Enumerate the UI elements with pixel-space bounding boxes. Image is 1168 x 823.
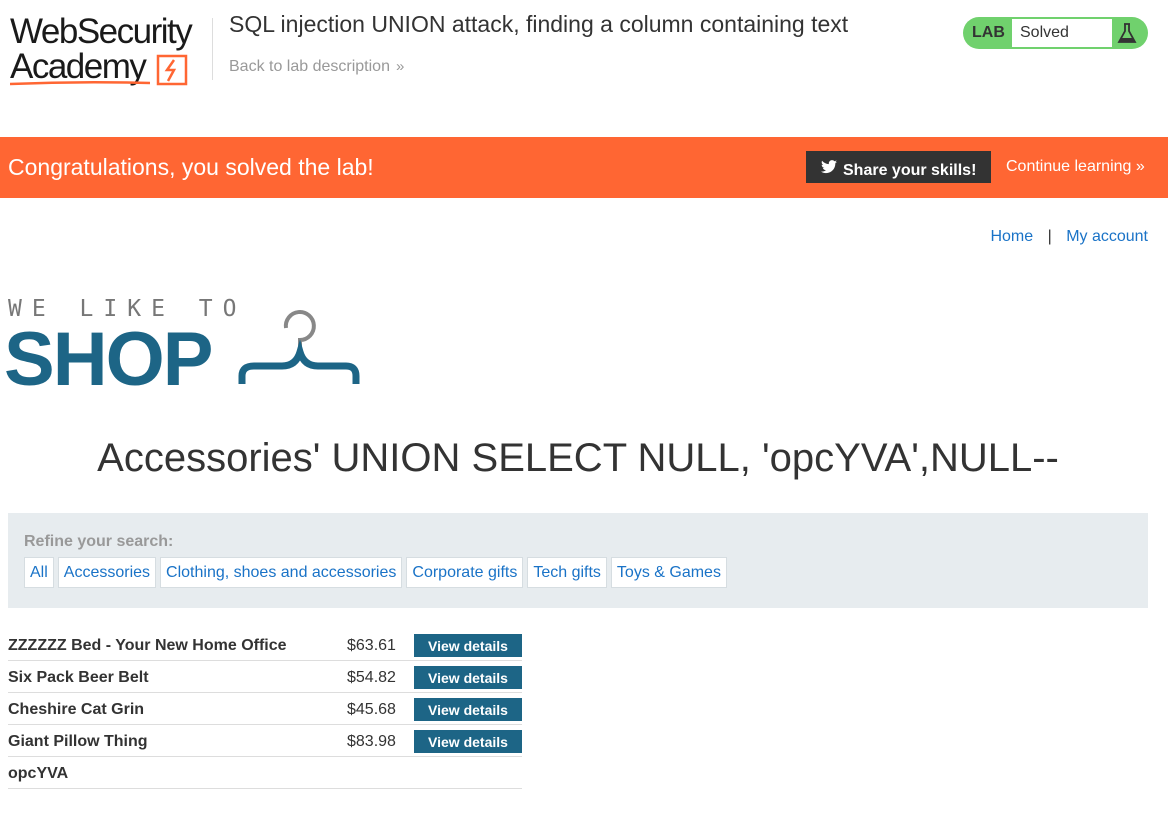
lab-status-widget: LAB Solved bbox=[963, 17, 1148, 49]
category-heading: Accessories' UNION SELECT NULL, 'opcYVA'… bbox=[97, 436, 1059, 480]
product-name: ZZZZZZ Bed - Your New Home Office bbox=[8, 637, 287, 654]
hanger-icon bbox=[238, 310, 360, 384]
view-details-button[interactable]: View details bbox=[414, 698, 522, 721]
table-row: ZZZZZZ Bed - Your New Home Office $63.61… bbox=[8, 629, 522, 661]
back-link-label: Back to lab description bbox=[229, 58, 390, 75]
filter-section: Refine your search: All Accessories Clot… bbox=[8, 513, 1148, 608]
lab-tag: LAB bbox=[972, 24, 1005, 41]
web-security-academy-logo[interactable]: WebSecurity Academy bbox=[10, 14, 210, 86]
table-row: opcYVA bbox=[8, 757, 522, 789]
product-price: $63.61 bbox=[347, 637, 396, 654]
view-details-button[interactable]: View details bbox=[414, 666, 522, 689]
refine-search-label: Refine your search: bbox=[24, 533, 174, 550]
product-name: opcYVA bbox=[8, 765, 69, 782]
continue-learning-label: Continue learning bbox=[1006, 158, 1132, 175]
filter-corporate-gifts[interactable]: Corporate gifts bbox=[406, 557, 524, 588]
shop-logo-word: SHOP bbox=[4, 317, 213, 402]
product-name: Six Pack Beer Belt bbox=[8, 669, 149, 686]
view-details-button[interactable]: View details bbox=[414, 634, 522, 657]
header-divider bbox=[212, 18, 213, 80]
continue-learning-link[interactable]: Continue learning » bbox=[1006, 158, 1145, 176]
table-row: Cheshire Cat Grin $45.68 View details bbox=[8, 693, 522, 725]
flask-icon bbox=[1117, 23, 1137, 43]
academy-bolt-icon bbox=[156, 54, 188, 86]
logo-line-1: WebSecurity bbox=[10, 12, 193, 51]
academy-header: WebSecurity Academy SQL injection UNION … bbox=[0, 0, 1168, 137]
filter-accessories[interactable]: Accessories bbox=[57, 557, 157, 588]
share-button-label: Share your skills! bbox=[843, 161, 977, 179]
back-to-lab-description-link[interactable]: Back to lab description » bbox=[229, 58, 404, 76]
lab-status-value: Solved bbox=[1012, 19, 1112, 47]
view-details-button[interactable]: View details bbox=[414, 730, 522, 753]
chevron-right-icon: » bbox=[1135, 158, 1145, 175]
top-navigation: Home | My account bbox=[990, 228, 1148, 246]
shop-logo: WE LIKE TO SHOP bbox=[4, 296, 368, 400]
congratulations-banner: Congratulations, you solved the lab! Sha… bbox=[0, 137, 1168, 198]
table-row: Six Pack Beer Belt $54.82 View details bbox=[8, 661, 522, 693]
solved-message: Congratulations, you solved the lab! bbox=[8, 154, 374, 180]
table-row: Giant Pillow Thing $83.98 View details bbox=[8, 725, 522, 757]
logo-swoosh-icon bbox=[10, 80, 150, 86]
chevron-right-icon: » bbox=[395, 58, 405, 75]
my-account-link[interactable]: My account bbox=[1066, 228, 1148, 245]
product-table: ZZZZZZ Bed - Your New Home Office $63.61… bbox=[8, 629, 522, 789]
product-name: Cheshire Cat Grin bbox=[8, 701, 145, 718]
filter-list: All Accessories Clothing, shoes and acce… bbox=[24, 557, 727, 588]
home-link[interactable]: Home bbox=[990, 228, 1033, 245]
product-name: Giant Pillow Thing bbox=[8, 733, 148, 750]
filter-clothing-shoes-accessories[interactable]: Clothing, shoes and accessories bbox=[160, 557, 403, 588]
filter-toys-games[interactable]: Toys & Games bbox=[610, 557, 727, 588]
twitter-bird-icon bbox=[821, 160, 837, 174]
lab-title: SQL injection UNION attack, finding a co… bbox=[229, 11, 849, 37]
share-skills-button[interactable]: Share your skills! bbox=[806, 151, 991, 183]
nav-separator: | bbox=[1047, 228, 1052, 245]
filter-all[interactable]: All bbox=[24, 557, 54, 588]
filter-tech-gifts[interactable]: Tech gifts bbox=[527, 557, 607, 588]
product-price: $83.98 bbox=[347, 733, 396, 750]
product-price: $45.68 bbox=[347, 701, 396, 718]
product-price: $54.82 bbox=[347, 669, 396, 686]
